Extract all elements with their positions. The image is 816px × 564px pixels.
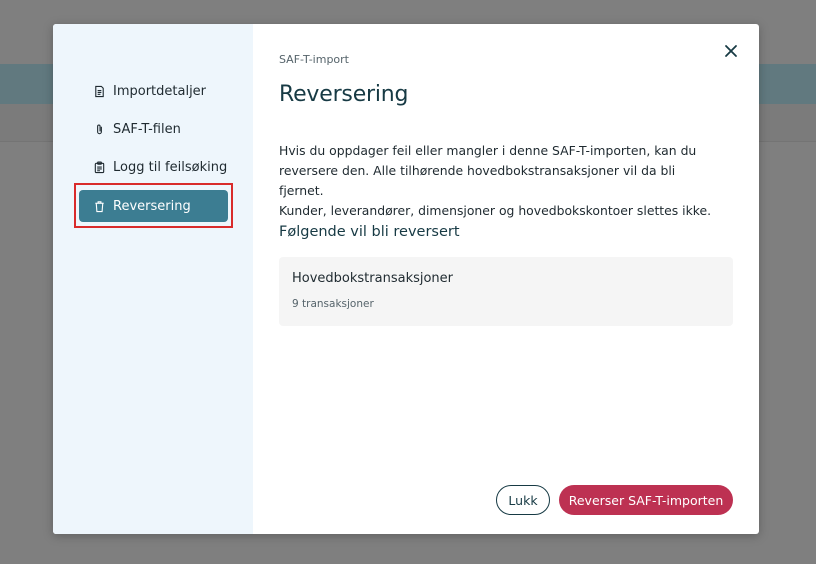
clipboard-icon [92,160,106,174]
dialog-sidebar: Importdetaljer SAF-T-filen Logg til feil… [53,24,253,534]
sidebar-item-reversering[interactable]: Reversering [79,190,228,222]
reversal-summary-card: Hovedbokstransaksjoner 9 transaksjoner [279,257,733,326]
reverse-import-button[interactable]: Reverser SAF-T-importen [559,485,733,515]
description-line: Hvis du oppdager feil eller mangler i de… [279,143,697,158]
trash-icon [92,199,106,213]
dialog-content: SAF-T-import Reversering Hvis du oppdage… [253,24,759,534]
dialog-title: Reversering [279,82,409,107]
lukk-button[interactable]: Lukk [496,485,550,515]
card-subtitle: 9 transaksjoner [292,298,374,310]
sidebar-item-saft-filen[interactable]: SAF-T-filen [79,113,228,145]
dialog-description: Hvis du oppdager feil eller mangler i de… [279,141,719,221]
sidebar-item-importdetaljer[interactable]: Importdetaljer [79,75,228,107]
sidebar-item-label: Importdetaljer [113,83,207,99]
sidebar-item-logg[interactable]: Logg til feilsøking [79,151,228,183]
document-icon [92,84,106,98]
close-icon [724,43,738,62]
sidebar-item-label: SAF-T-filen [113,121,181,137]
saft-import-dialog: Importdetaljer SAF-T-filen Logg til feil… [53,24,759,534]
sidebar-item-label: Logg til feilsøking [113,159,228,175]
description-line: Kunder, leverandører, dimensjoner og hov… [279,203,712,218]
close-dialog-button[interactable] [719,40,743,64]
paperclip-icon [92,122,106,136]
card-title: Hovedbokstransaksjoner [292,271,454,286]
sidebar-item-label: Reversering [113,198,191,214]
section-title: Følgende vil bli reversert [279,224,460,240]
dialog-eyebrow: SAF-T-import [279,53,349,66]
description-line: reversere den. Alle tilhørende hovedboks… [279,163,676,198]
